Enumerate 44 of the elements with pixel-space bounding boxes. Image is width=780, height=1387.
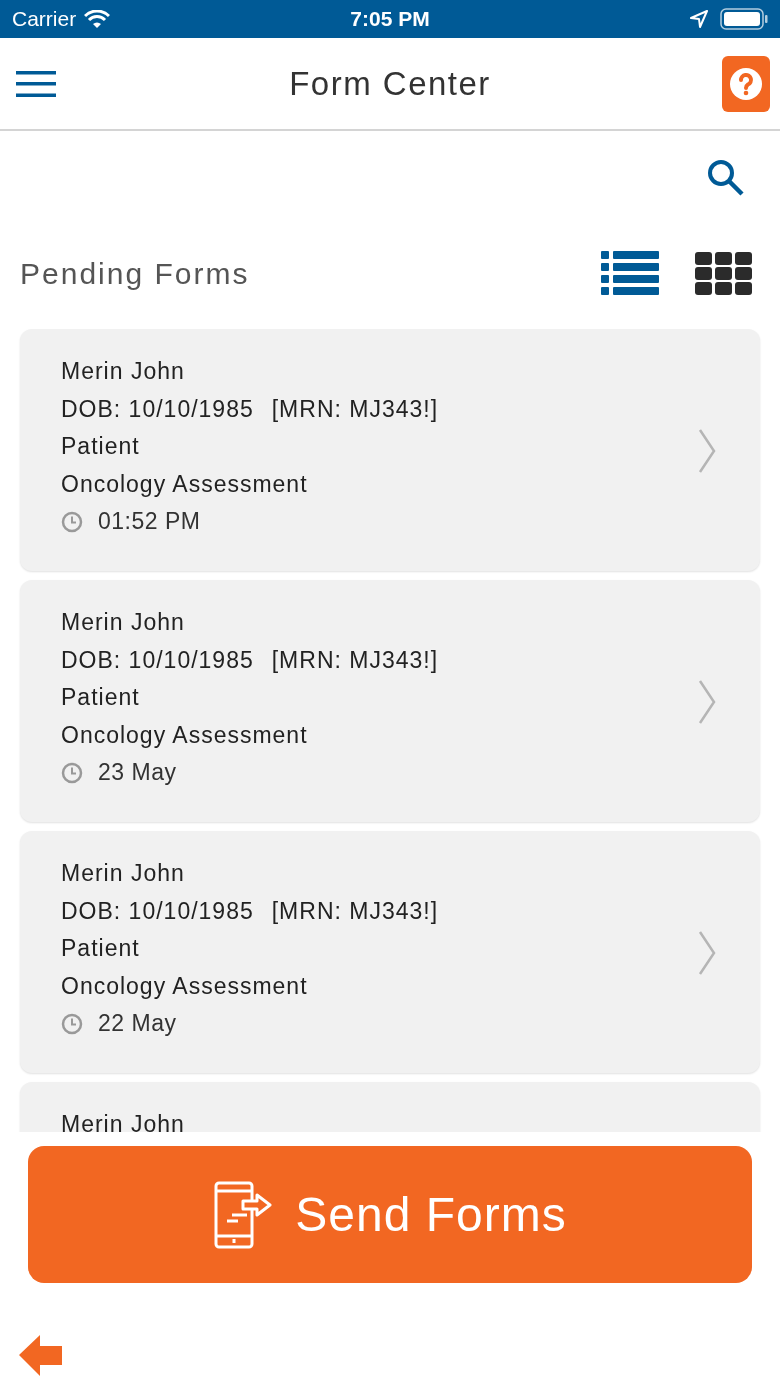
role-text: Patient — [61, 934, 141, 964]
grid-view-icon[interactable] — [695, 251, 752, 295]
menu-icon[interactable] — [16, 68, 58, 99]
patient-name: Merin John — [61, 357, 186, 386]
dob-text: DOB: 10/10/1985 — [61, 645, 254, 675]
role-text: Patient — [61, 683, 141, 713]
mrn-text: [MRN: MJ343!] — [271, 394, 439, 424]
chevron-right-icon — [698, 680, 716, 724]
search-icon[interactable] — [706, 158, 746, 198]
carrier-label: Carrier — [12, 6, 77, 33]
clock-icon — [61, 1013, 83, 1036]
mrn-text: [MRN: MJ343!] — [271, 896, 439, 926]
patient-name: Merin John — [61, 1110, 185, 1132]
help-button[interactable] — [722, 55, 770, 112]
form-name: Oncology Assessment — [61, 720, 309, 750]
dob-text: DOB: 10/10/1985 — [61, 394, 254, 424]
time-text: 01:52 PM — [98, 507, 201, 537]
time-text: 22 May — [98, 1009, 177, 1039]
mrn-text: [MRN: MJ343!] — [271, 645, 439, 675]
form-name: Oncology Assessment — [61, 971, 309, 1001]
form-card[interactable]: Merin John DOB: 10/10/1985 [MRN: MJ343!] Patient Oncology Assessment 23 May — [20, 580, 760, 822]
back-arrow-icon[interactable] — [18, 1333, 63, 1378]
section-heading: Pending Forms — [20, 255, 250, 292]
role-text: Patient — [61, 432, 141, 462]
form-name: Oncology Assessment — [61, 469, 309, 499]
page-title: Form Center — [289, 63, 491, 104]
patient-name: Merin John — [61, 608, 186, 637]
help-icon — [729, 66, 763, 101]
clock-icon — [61, 762, 83, 785]
clock-time: 7:05 PM — [350, 6, 430, 33]
chevron-right-icon — [698, 931, 716, 975]
patient-name: Merin John — [61, 859, 186, 888]
wifi-icon — [84, 9, 111, 29]
clock-icon — [61, 511, 83, 534]
dob-text: DOB: 10/10/1985 — [61, 896, 254, 926]
form-card[interactable]: Merin John DOB: 10/10/1985 [MRN: MJ343!] Patient Oncology Assessment 22 May — [20, 831, 760, 1073]
time-text: 23 May — [98, 758, 177, 788]
location-icon — [690, 10, 708, 28]
list-view-icon[interactable] — [601, 251, 659, 295]
form-card[interactable]: Merin John — [20, 1082, 760, 1132]
form-card[interactable]: Merin John DOB: 10/10/1985 [MRN: MJ343!] Patient Oncology Assessment 01:52 PM — [20, 329, 760, 571]
battery-icon — [720, 8, 768, 30]
send-phone-icon — [213, 1180, 274, 1249]
chevron-right-icon — [698, 429, 716, 473]
